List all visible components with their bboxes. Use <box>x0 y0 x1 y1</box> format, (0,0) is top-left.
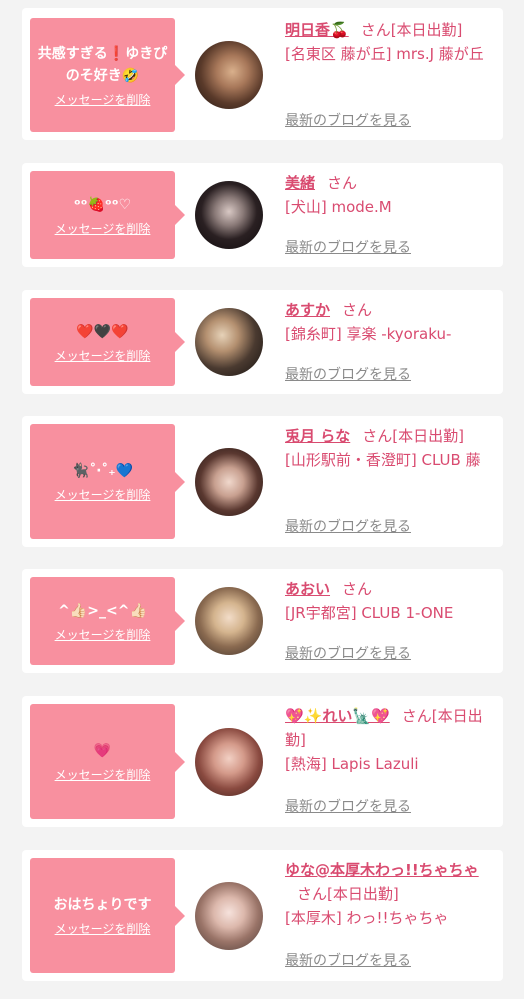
message-bubble: おはちょりです メッセージを削除 <box>30 858 185 973</box>
cast-info: 明日香🍒 さん[本日出勤] [名東区 藤が丘] mrs.J 藤が丘 <box>285 18 497 66</box>
cast-name-link[interactable]: あおい <box>285 580 330 598</box>
cast-info: あおい さん [JR宇都宮] CLUB 1-ONE <box>285 577 497 625</box>
message-bubble: ^👍🏻>_<^👍🏻 メッセージを削除 <box>30 577 185 665</box>
list-item: 💗 メッセージを削除 💖✨れい🗽💖 さん[本日出勤] [熱海] Lapis Laz… <box>22 696 503 827</box>
avatar[interactable] <box>195 181 263 249</box>
delete-message-link[interactable]: メッセージを削除 <box>55 626 151 643</box>
list-item: 共感すぎる❗️ゆきぴのそ好き🤣 メッセージを削除 明日香🍒 さん[本日出勤] [名… <box>22 8 503 140</box>
honorific: さん <box>342 580 373 598</box>
blog-link[interactable]: 最新のブログを見る <box>285 516 411 536</box>
blog-link[interactable]: 最新のブログを見る <box>285 796 411 816</box>
blog-link[interactable]: 最新のブログを見る <box>285 110 411 130</box>
honorific: さん <box>327 174 358 192</box>
honorific: さん <box>360 21 391 39</box>
cast-info: あすか さん [錦糸町] 享楽 -kyoraku- <box>285 298 497 346</box>
avatar[interactable] <box>195 308 263 376</box>
delete-message-link[interactable]: メッセージを削除 <box>55 920 151 937</box>
message-text: ❤️🖤❤️ <box>76 323 129 340</box>
message-text: 共感すぎる❗️ゆきぴのそ好き🤣 <box>37 45 168 84</box>
status-badge: [本日出勤] <box>392 427 464 445</box>
shop-name: [錦糸町] 享楽 -kyoraku- <box>285 325 452 343</box>
message-text: 💗 <box>93 743 112 759</box>
status-badge: [本日出勤] <box>390 21 463 39</box>
honorific: さん <box>362 427 393 445</box>
cast-name-link[interactable]: 美緒 <box>285 174 315 192</box>
cast-info: 美緒 さん [犬山] mode.M <box>285 171 497 219</box>
message-bubble: 💗 メッセージを削除 <box>30 704 185 819</box>
blog-link[interactable]: 最新のブログを見る <box>285 643 411 663</box>
cast-name-link[interactable]: ゆな@本厚木わっ!!ちゃちゃ <box>285 861 479 879</box>
honorific: さん <box>342 301 373 319</box>
shop-name: [本厚木] わっ!!ちゃちゃ <box>285 909 449 927</box>
shop-name: [熱海] Lapis Lazuli <box>285 755 419 773</box>
avatar[interactable] <box>195 728 263 796</box>
delete-message-link[interactable]: メッセージを削除 <box>55 766 151 783</box>
blog-link[interactable]: 最新のブログを見る <box>285 237 411 257</box>
blog-link[interactable]: 最新のブログを見る <box>285 950 411 970</box>
message-text: ᵒᵒ🍓ᵒᵒ♡ <box>73 196 132 213</box>
cast-name-link[interactable]: 明日香🍒 <box>285 21 349 39</box>
blog-link[interactable]: 最新のブログを見る <box>285 364 411 384</box>
message-text: 🐈‍⬛˚‧˚₊💙 <box>71 463 134 479</box>
list-item: ❤️🖤❤️ メッセージを削除 あすか さん [錦糸町] 享楽 -kyoraku- … <box>22 290 503 394</box>
list-item: おはちょりです メッセージを削除 ゆな@本厚木わっ!!ちゃちゃさん[本日出勤] … <box>22 850 503 981</box>
cast-info: ゆな@本厚木わっ!!ちゃちゃさん[本日出勤] [本厚木] わっ!!ちゃちゃ <box>285 858 497 930</box>
delete-message-link[interactable]: メッセージを削除 <box>55 486 151 503</box>
delete-message-link[interactable]: メッセージを削除 <box>55 220 151 237</box>
status-badge: [本日出勤] <box>327 885 399 903</box>
cast-info: 兎月 らな さん[本日出勤] [山形駅前・香澄町] CLUB 藤 <box>285 424 497 472</box>
message-bubble: ᵒᵒ🍓ᵒᵒ♡ メッセージを削除 <box>30 171 185 259</box>
shop-name: [JR宇都宮] CLUB 1-ONE <box>285 604 454 622</box>
cast-name-link[interactable]: 💖✨れい🗽💖 <box>285 707 390 725</box>
avatar[interactable] <box>195 882 263 950</box>
delete-message-link[interactable]: メッセージを削除 <box>55 91 151 108</box>
avatar[interactable] <box>195 448 263 516</box>
message-bubble: 共感すぎる❗️ゆきぴのそ好き🤣 メッセージを削除 <box>30 18 185 132</box>
delete-message-link[interactable]: メッセージを削除 <box>55 347 151 364</box>
message-list: 共感すぎる❗️ゆきぴのそ好き🤣 メッセージを削除 明日香🍒 さん[本日出勤] [名… <box>0 0 524 999</box>
honorific: さん <box>401 707 432 725</box>
message-text: ^👍🏻>_<^👍🏻 <box>58 602 147 619</box>
list-item: 🐈‍⬛˚‧˚₊💙 メッセージを削除 兎月 らな さん[本日出勤] [山形駅前・香澄… <box>22 416 503 547</box>
list-item: ^👍🏻>_<^👍🏻 メッセージを削除 あおい さん [JR宇都宮] CLUB 1-… <box>22 569 503 673</box>
shop-name: [犬山] mode.M <box>285 198 392 216</box>
cast-info: 💖✨れい🗽💖 さん[本日出勤] [熱海] Lapis Lazuli <box>285 704 497 776</box>
shop-name: [山形駅前・香澄町] CLUB 藤 <box>285 451 481 469</box>
message-text: おはちょりです <box>53 897 152 913</box>
list-item: ᵒᵒ🍓ᵒᵒ♡ メッセージを削除 美緒 さん [犬山] mode.M 最新のブログを… <box>22 163 503 267</box>
honorific: さん <box>297 885 328 903</box>
avatar[interactable] <box>195 41 263 109</box>
message-bubble: ❤️🖤❤️ メッセージを削除 <box>30 298 185 386</box>
cast-name-link[interactable]: あすか <box>285 301 330 319</box>
shop-name: [名東区 藤が丘] mrs.J 藤が丘 <box>285 45 484 63</box>
cast-name-link[interactable]: 兎月 らな <box>285 427 350 445</box>
avatar[interactable] <box>195 587 263 655</box>
message-bubble: 🐈‍⬛˚‧˚₊💙 メッセージを削除 <box>30 424 185 539</box>
